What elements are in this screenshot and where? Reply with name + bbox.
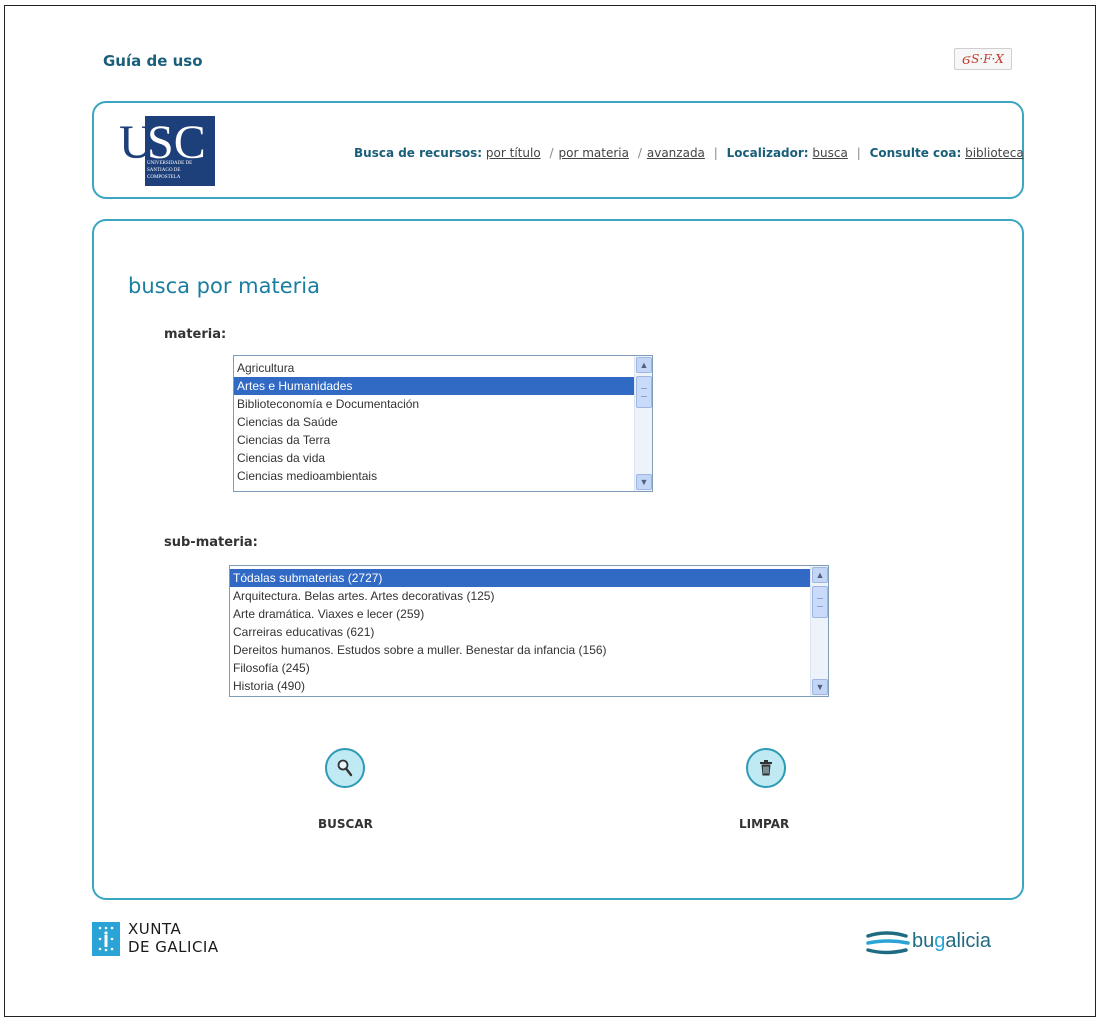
- list-item[interactable]: Biblioteconomía e Documentación: [234, 395, 634, 413]
- subject-list-items: Agricultura Artes e Humanidades Biblioteco…: [234, 359, 634, 485]
- list-item[interactable]: Arte dramática. Viaxes e lecer (259): [230, 605, 810, 623]
- trash-icon: [760, 760, 772, 776]
- subsubject-scrollbar[interactable]: ▲ ▼: [810, 566, 828, 696]
- magnifier-icon: [337, 759, 353, 777]
- link-by-subject[interactable]: por materia: [559, 146, 629, 160]
- bugalicia-waves-icon: [866, 931, 910, 955]
- search-button[interactable]: [325, 748, 365, 788]
- subject-scrollbar[interactable]: ▲ ▼: [634, 356, 652, 491]
- list-item[interactable]: Historia (490): [230, 677, 810, 695]
- link-advanced[interactable]: avanzada: [647, 146, 705, 160]
- scroll-up-icon[interactable]: ▲: [636, 357, 652, 373]
- bugalicia-suffix: alicia: [945, 930, 991, 952]
- bugalicia-name: bugalicia: [912, 930, 991, 953]
- sfx-button[interactable]: ϭ S·F·X: [954, 48, 1012, 70]
- page-title: busca por materia: [128, 274, 320, 298]
- list-item[interactable]: Arquitectura. Belas artes. Artes decorat…: [230, 587, 810, 605]
- list-item[interactable]: Carreiras educativas (621): [230, 623, 810, 641]
- xunta-logo[interactable]: XUNTA DE GALICIA: [92, 920, 232, 960]
- scroll-down-icon[interactable]: ▼: [812, 679, 828, 695]
- link-locator[interactable]: busca: [812, 146, 847, 160]
- logo-subtext: UNIVERSIDADE DE SANTIAGO DE COMPOSTELA: [147, 161, 193, 180]
- xunta-name: XUNTA DE GALICIA: [128, 920, 219, 956]
- link-library[interactable]: biblioteca: [965, 146, 1024, 160]
- bugalicia-mid: g: [934, 930, 946, 952]
- resources-label: Busca de recursos:: [354, 146, 483, 160]
- sfx-label: S·F·X: [971, 52, 1004, 66]
- scroll-up-icon[interactable]: ▲: [812, 567, 828, 583]
- list-item[interactable]: Tódalas submaterias (2727): [230, 569, 810, 587]
- xunta-line1: XUNTA: [128, 920, 182, 938]
- list-item[interactable]: Agricultura: [234, 359, 634, 377]
- clear-button[interactable]: [746, 748, 786, 788]
- list-item[interactable]: Ciencias da Saúde: [234, 413, 634, 431]
- list-item[interactable]: Ciencias medioambientais: [234, 467, 634, 485]
- subsubject-listbox[interactable]: Tódalas submaterias (2727) Arquitectura. …: [229, 565, 829, 697]
- usc-logo[interactable]: U SC UNIVERSIDADE DE SANTIAGO DE COMPOST…: [119, 116, 215, 186]
- subsubject-label: sub-materia:: [164, 535, 258, 550]
- pipe-separator: |: [856, 146, 861, 160]
- xunta-line2: DE GALICIA: [128, 938, 219, 956]
- list-item[interactable]: Artes e Humanidades: [234, 377, 634, 395]
- subsubject-list-items: Tódalas submaterias (2727) Arquitectura. …: [230, 569, 810, 695]
- scroll-down-icon[interactable]: ▼: [636, 474, 652, 490]
- sfx-swirl-icon: ϭ: [962, 49, 971, 68]
- pipe-separator: |: [713, 146, 718, 160]
- list-item[interactable]: Filosofía (245): [230, 659, 810, 677]
- guide-link[interactable]: Guía de uso: [103, 52, 203, 70]
- clear-button-label[interactable]: LIMPAR: [739, 817, 789, 831]
- slash-separator: /: [549, 146, 554, 160]
- slash-separator: /: [637, 146, 642, 160]
- search-panel: [92, 219, 1024, 900]
- link-by-title[interactable]: por título: [486, 146, 541, 160]
- header-navigation: Busca de recursos: por título / por mater…: [354, 146, 1024, 160]
- list-item[interactable]: Ciencias da vida: [234, 449, 634, 467]
- scroll-thumb[interactable]: [636, 376, 652, 408]
- subject-label: materia:: [164, 327, 227, 342]
- xunta-flag-icon: [92, 922, 120, 956]
- list-item[interactable]: Dereitos humanos. Estudos sobre a muller…: [230, 641, 810, 659]
- logo-block: SC UNIVERSIDADE DE SANTIAGO DE COMPOSTEL…: [145, 116, 215, 186]
- scroll-thumb[interactable]: [812, 586, 828, 618]
- subject-listbox[interactable]: Agricultura Artes e Humanidades Biblioteco…: [233, 355, 653, 492]
- bugalicia-logo[interactable]: bugalicia: [866, 928, 1026, 960]
- search-button-label[interactable]: BUSCAR: [318, 817, 373, 831]
- bugalicia-prefix: bu: [912, 930, 935, 952]
- locator-label: Localizador:: [726, 146, 809, 160]
- consult-label: Consulte coa:: [869, 146, 962, 160]
- list-item[interactable]: Ciencias da Terra: [234, 431, 634, 449]
